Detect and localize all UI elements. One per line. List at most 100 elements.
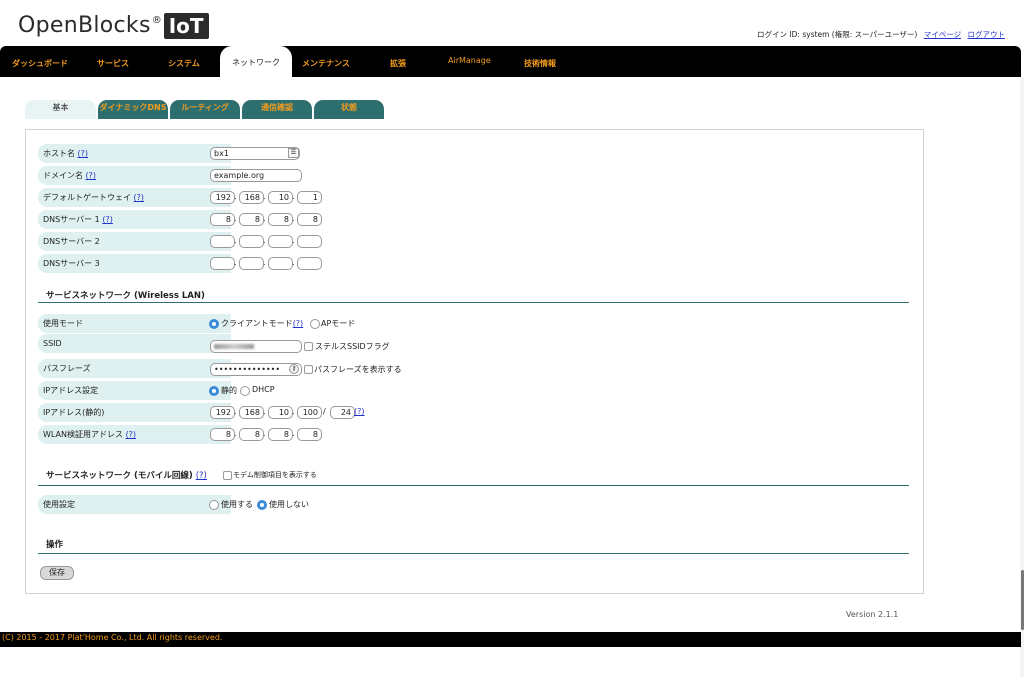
ssid-blurred-value [214, 344, 254, 349]
dns3-octet-1[interactable] [210, 257, 235, 270]
section-divider [38, 553, 909, 554]
dot-separator: . [292, 192, 295, 201]
nav-tech-info[interactable]: 技術情報 [524, 58, 556, 69]
gateway-octet-3[interactable]: 10 [268, 191, 293, 204]
logout-link[interactable]: ログアウト [968, 30, 1006, 39]
dot-separator: . [292, 214, 295, 223]
gateway-label: デフォルトゲートウェイ (?) [38, 188, 231, 207]
ap-mode-label: APモード [321, 319, 356, 328]
mobile-help-link[interactable]: (?) [196, 471, 207, 481]
dhcp-radio[interactable] [240, 386, 250, 396]
dot-separator: . [263, 214, 266, 223]
modem-control-label: モデム制御項目を表示する [233, 471, 317, 479]
check-octet-4[interactable]: 8 [297, 428, 322, 441]
check-octet-1[interactable]: 8 [210, 428, 235, 441]
dot-separator: . [263, 429, 266, 438]
dns1-octet-1[interactable]: 8 [210, 213, 235, 226]
show-passphrase-checkbox[interactable] [304, 365, 313, 374]
passphrase-label: パスフレーズ [38, 359, 231, 378]
ip-setting-label: IPアドレス設定 [38, 381, 231, 400]
header: OpenBlocks ® IoT ログイン ID: system (権限: スー… [0, 0, 1024, 46]
nav-system[interactable]: システム [168, 58, 200, 69]
dns1-octet-4[interactable]: 8 [297, 213, 322, 226]
nav-service[interactable]: サービス [97, 58, 129, 69]
modem-control-checkbox[interactable] [223, 471, 232, 480]
settings-panel: ホスト名 (?) bx1 ☰ ドメイン名 (?) example.org デフォ… [25, 129, 924, 594]
check-octet-2[interactable]: 8 [239, 428, 264, 441]
hostname-help-link[interactable]: (?) [78, 149, 89, 158]
ip-octet-3[interactable]: 10 [268, 406, 293, 419]
dns2-octet-4[interactable] [297, 235, 322, 248]
static-ip-radio[interactable] [209, 386, 219, 396]
tab-connectivity[interactable]: 通信確認 [242, 100, 312, 119]
not-use-radio[interactable] [257, 500, 267, 510]
ip-octet-4[interactable]: 100 [297, 406, 322, 419]
dot-separator: . [263, 236, 266, 245]
gateway-octet-4[interactable]: 1 [297, 191, 322, 204]
nav-dashboard[interactable]: ダッシュボード [12, 58, 68, 69]
dns3-octet-2[interactable] [239, 257, 264, 270]
ap-mode-radio[interactable] [310, 319, 320, 329]
show-passphrase-label: パスフレーズを表示する [314, 365, 402, 374]
hostname-input[interactable]: bx1 [210, 147, 300, 160]
dns1-help-link[interactable]: (?) [102, 215, 113, 224]
logo-name: OpenBlocks [18, 13, 151, 38]
user-bar: ログイン ID: system (権限: スーパーユーザー) マイページ ログア… [757, 29, 1005, 40]
dot-separator: . [234, 214, 237, 223]
save-button[interactable]: 保存 [40, 566, 74, 580]
dns3-octet-4[interactable] [297, 257, 322, 270]
check-octet-3[interactable]: 8 [268, 428, 293, 441]
dot-separator: . [292, 407, 295, 416]
ssid-label: SSID [38, 334, 231, 353]
stealth-ssid-checkbox[interactable] [304, 342, 313, 351]
domain-input[interactable]: example.org [210, 169, 302, 182]
nav-extension[interactable]: 拡張 [390, 58, 406, 69]
dns3-octet-3[interactable] [268, 257, 293, 270]
use-radio[interactable] [209, 500, 219, 510]
dot-separator: . [234, 429, 237, 438]
dns2-label: DNSサーバー 2 [38, 232, 231, 251]
dns2-octet-3[interactable] [268, 235, 293, 248]
dns1-octet-3[interactable]: 8 [268, 213, 293, 226]
domain-help-link[interactable]: (?) [86, 171, 97, 180]
tab-status[interactable]: 状態 [314, 100, 384, 119]
tab-dynamic-dns[interactable]: ダイナミックDNS [98, 100, 168, 119]
nav-airmanage[interactable]: AirManage [448, 56, 491, 65]
login-info: ログイン ID: system (権限: スーパーユーザー) [757, 30, 918, 39]
domain-label: ドメイン名 (?) [38, 166, 231, 185]
key-icon[interactable]: ⚷ [289, 364, 299, 374]
client-mode-radio[interactable] [209, 319, 219, 329]
contact-card-icon[interactable]: ☰ [288, 148, 299, 158]
gateway-octet-2[interactable]: 168 [239, 191, 264, 204]
section-divider [38, 485, 909, 486]
wlan-check-help-link[interactable]: (?) [126, 430, 137, 439]
dns2-octet-1[interactable] [210, 235, 235, 248]
client-mode-help-link[interactable]: (?) [293, 319, 304, 328]
dns1-label: DNSサーバー 1 (?) [38, 210, 231, 229]
nav-network[interactable]: ネットワーク [220, 46, 292, 77]
nav-maintenance[interactable]: メンテナンス [302, 58, 350, 69]
mypage-link[interactable]: マイページ [924, 30, 961, 39]
tab-basic[interactable]: 基本 [25, 100, 96, 119]
client-mode-label: クライアントモード(?) [221, 319, 304, 328]
use-setting-label: 使用設定 [38, 495, 231, 514]
ip-help-link[interactable]: (?) [354, 407, 365, 416]
ssid-input[interactable] [210, 340, 302, 353]
dns2-octet-2[interactable] [239, 235, 264, 248]
dot-separator: . [263, 258, 266, 267]
mobile-section-title: サービスネットワーク (モバイル回線) (?) [46, 471, 207, 481]
dot-separator: . [292, 258, 295, 267]
tab-routing[interactable]: ルーティング [170, 100, 240, 119]
ip-octet-2[interactable]: 168 [239, 406, 264, 419]
dns1-octet-2[interactable]: 8 [239, 213, 264, 226]
prefix-length-input[interactable]: 24 [330, 406, 355, 419]
ip-octet-1[interactable]: 192 [210, 406, 235, 419]
gateway-help-link[interactable]: (?) [134, 193, 145, 202]
dot-separator: . [292, 236, 295, 245]
prefix-slash: / [323, 407, 326, 416]
dot-separator: . [234, 236, 237, 245]
main-nav: ダッシュボード サービス システム ネットワーク メンテナンス 拡張 AirMa… [0, 46, 1021, 77]
gateway-octet-1[interactable]: 192 [210, 191, 235, 204]
use-mode-label: 使用モード [38, 314, 231, 333]
wlan-check-address-label: WLAN検証用アドレス (?) [38, 425, 231, 444]
